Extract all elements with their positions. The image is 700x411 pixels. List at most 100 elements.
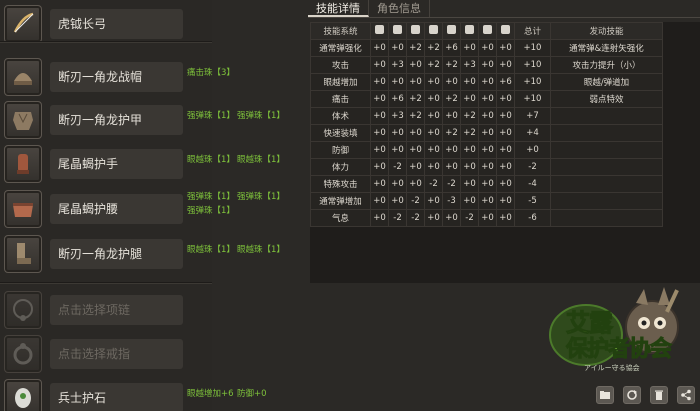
skill-value-cell: +6 <box>496 73 515 91</box>
skill-value-cell: +0 <box>460 73 479 91</box>
equipment-name-button[interactable]: 点击选择项链 <box>50 295 183 325</box>
equipment-name-button[interactable]: 虎钺长弓 <box>50 9 183 39</box>
skill-value-cell: +0 <box>478 73 497 91</box>
equipment-row: 点击选择戒指 <box>0 335 305 375</box>
skill-value-cell: +0 <box>496 124 515 142</box>
equipment-slot-icon[interactable] <box>4 235 42 273</box>
tab-skill-details[interactable]: 技能详情 <box>308 0 369 17</box>
folder-icon <box>600 391 610 399</box>
delete-button[interactable] <box>650 386 668 404</box>
header-slot-7 <box>496 22 515 40</box>
tab-underline <box>308 17 700 18</box>
equipment-slot-icon[interactable] <box>4 190 42 228</box>
skill-value-cell: +0 <box>406 56 425 74</box>
skill-value-cell: +0 <box>496 158 515 176</box>
skill-value-cell: +3 <box>460 56 479 74</box>
skill-value-cell: +0 <box>478 158 497 176</box>
header-slot-4 <box>442 22 461 40</box>
skill-value-cell: +0 <box>478 107 497 125</box>
skill-value-cell: +0 <box>388 141 407 159</box>
header-slot-6 <box>478 22 497 40</box>
logo-title-2: 保护者协会 <box>565 337 672 363</box>
skill-effect-cell: 通常弹&连射矢强化 <box>550 39 663 57</box>
skill-value-cell: +2 <box>442 56 461 74</box>
skill-value-cell: +0 <box>478 56 497 74</box>
skill-value-cell: +0 <box>388 73 407 91</box>
skill-value-cell: +0 <box>424 124 443 142</box>
equipment-slot-icon[interactable] <box>4 145 42 183</box>
skill-name-cell: 快速装填 <box>310 124 371 142</box>
skill-effect-cell <box>550 158 663 176</box>
skill-value-cell: +0 <box>478 39 497 57</box>
skill-name-cell: 眼越增加 <box>310 73 371 91</box>
skill-value-cell: +0 <box>424 209 443 227</box>
skill-value-cell: +2 <box>406 90 425 108</box>
equipment-name-button[interactable]: 尾晶蝎护手 <box>50 149 183 179</box>
decoration-label: 强弹珠【1】 <box>187 111 235 121</box>
equipment-name-button[interactable]: 断刃一角龙战帽 <box>50 62 183 92</box>
chest-armor-icon <box>13 112 33 130</box>
decoration-label: 强弹珠【1】 <box>237 111 285 121</box>
open-folder-button[interactable] <box>596 386 614 404</box>
header-slot-5 <box>460 22 479 40</box>
equipment-name-button[interactable]: 断刃一角龙护甲 <box>50 105 183 135</box>
skill-total-cell: +10 <box>514 39 551 57</box>
decoration-label: 强弹珠【1】 <box>187 192 235 202</box>
skill-value-cell: +0 <box>370 73 389 91</box>
table-row: 气息 +0 -2 -2 +0 +0 -2 +0 +0 -6 <box>310 209 663 227</box>
equipment-slot-icon[interactable] <box>4 101 42 139</box>
skill-value-cell: +6 <box>388 90 407 108</box>
equipment-name-button[interactable]: 尾晶蝎护腰 <box>50 194 183 224</box>
tab-character-info[interactable]: 角色信息 <box>369 0 430 17</box>
equipment-slot-icon[interactable] <box>4 5 42 43</box>
helmet-icon <box>14 73 32 85</box>
skill-name-cell: 攻击 <box>310 56 371 74</box>
refresh-button[interactable] <box>623 386 641 404</box>
equipment-name-button[interactable]: 断刃一角龙护腿 <box>50 239 183 269</box>
header-slot-1 <box>388 22 407 40</box>
skill-value-cell: +2 <box>406 39 425 57</box>
skill-total-cell: -4 <box>514 175 551 193</box>
skill-value-cell: +0 <box>370 158 389 176</box>
decoration-label: 眼越珠【1】 <box>237 155 285 165</box>
skill-value-cell: +0 <box>460 158 479 176</box>
table-row: 体力 +0 -2 +0 +0 +0 +0 +0 +0 -2 <box>310 158 663 176</box>
header-slot-2 <box>406 22 425 40</box>
table-row: 特殊攻击 +0 +0 +0 -2 -2 +0 +0 +0 -4 <box>310 175 663 193</box>
skill-value-cell: +0 <box>496 209 515 227</box>
skill-total-cell: +10 <box>514 73 551 91</box>
equipment-name-button[interactable]: 点击选择戒指 <box>50 339 183 369</box>
equipment-row: 断刃一角龙护腿 眼越珠【1】 眼越珠【1】 <box>0 235 305 275</box>
skill-effect-cell: 弱点特效 <box>550 90 663 108</box>
skill-value-cell: +3 <box>388 56 407 74</box>
skill-value-cell: +0 <box>424 192 443 210</box>
header-skill-system: 技能系统 <box>310 22 371 40</box>
ring-icon <box>13 343 33 365</box>
equipment-name-button[interactable]: 兵士护石 <box>50 383 183 411</box>
skill-value-cell: +2 <box>442 90 461 108</box>
skill-value-cell: +0 <box>370 175 389 193</box>
share-button[interactable] <box>677 386 695 404</box>
skill-value-cell: +2 <box>460 107 479 125</box>
skill-value-cell: -2 <box>406 192 425 210</box>
equipment-slot-icon[interactable] <box>4 58 42 96</box>
equipment-row: 兵士护石 眼越增加+6 防御+0 <box>0 379 305 411</box>
skill-total-cell: +0 <box>514 141 551 159</box>
skill-value-cell: +0 <box>406 158 425 176</box>
skill-value-cell: +0 <box>478 124 497 142</box>
divider <box>0 41 212 43</box>
skill-value-cell: -2 <box>460 209 479 227</box>
skill-total-cell: -2 <box>514 158 551 176</box>
header-slot-0 <box>370 22 389 40</box>
refresh-icon <box>627 390 637 400</box>
skill-total-cell: +10 <box>514 56 551 74</box>
decoration-label: 防御+0 <box>237 389 267 399</box>
skill-value-cell: +0 <box>496 107 515 125</box>
equipment-row: 尾晶蝎护手 眼越珠【1】 眼越珠【1】 <box>0 145 305 185</box>
skill-value-cell: -2 <box>388 158 407 176</box>
equipment-slot-icon[interactable] <box>4 291 42 329</box>
header-effect: 发动技能 <box>550 22 663 40</box>
equipment-slot-icon[interactable] <box>4 379 42 411</box>
skill-value-cell: +0 <box>388 124 407 142</box>
equipment-slot-icon[interactable] <box>4 335 42 373</box>
